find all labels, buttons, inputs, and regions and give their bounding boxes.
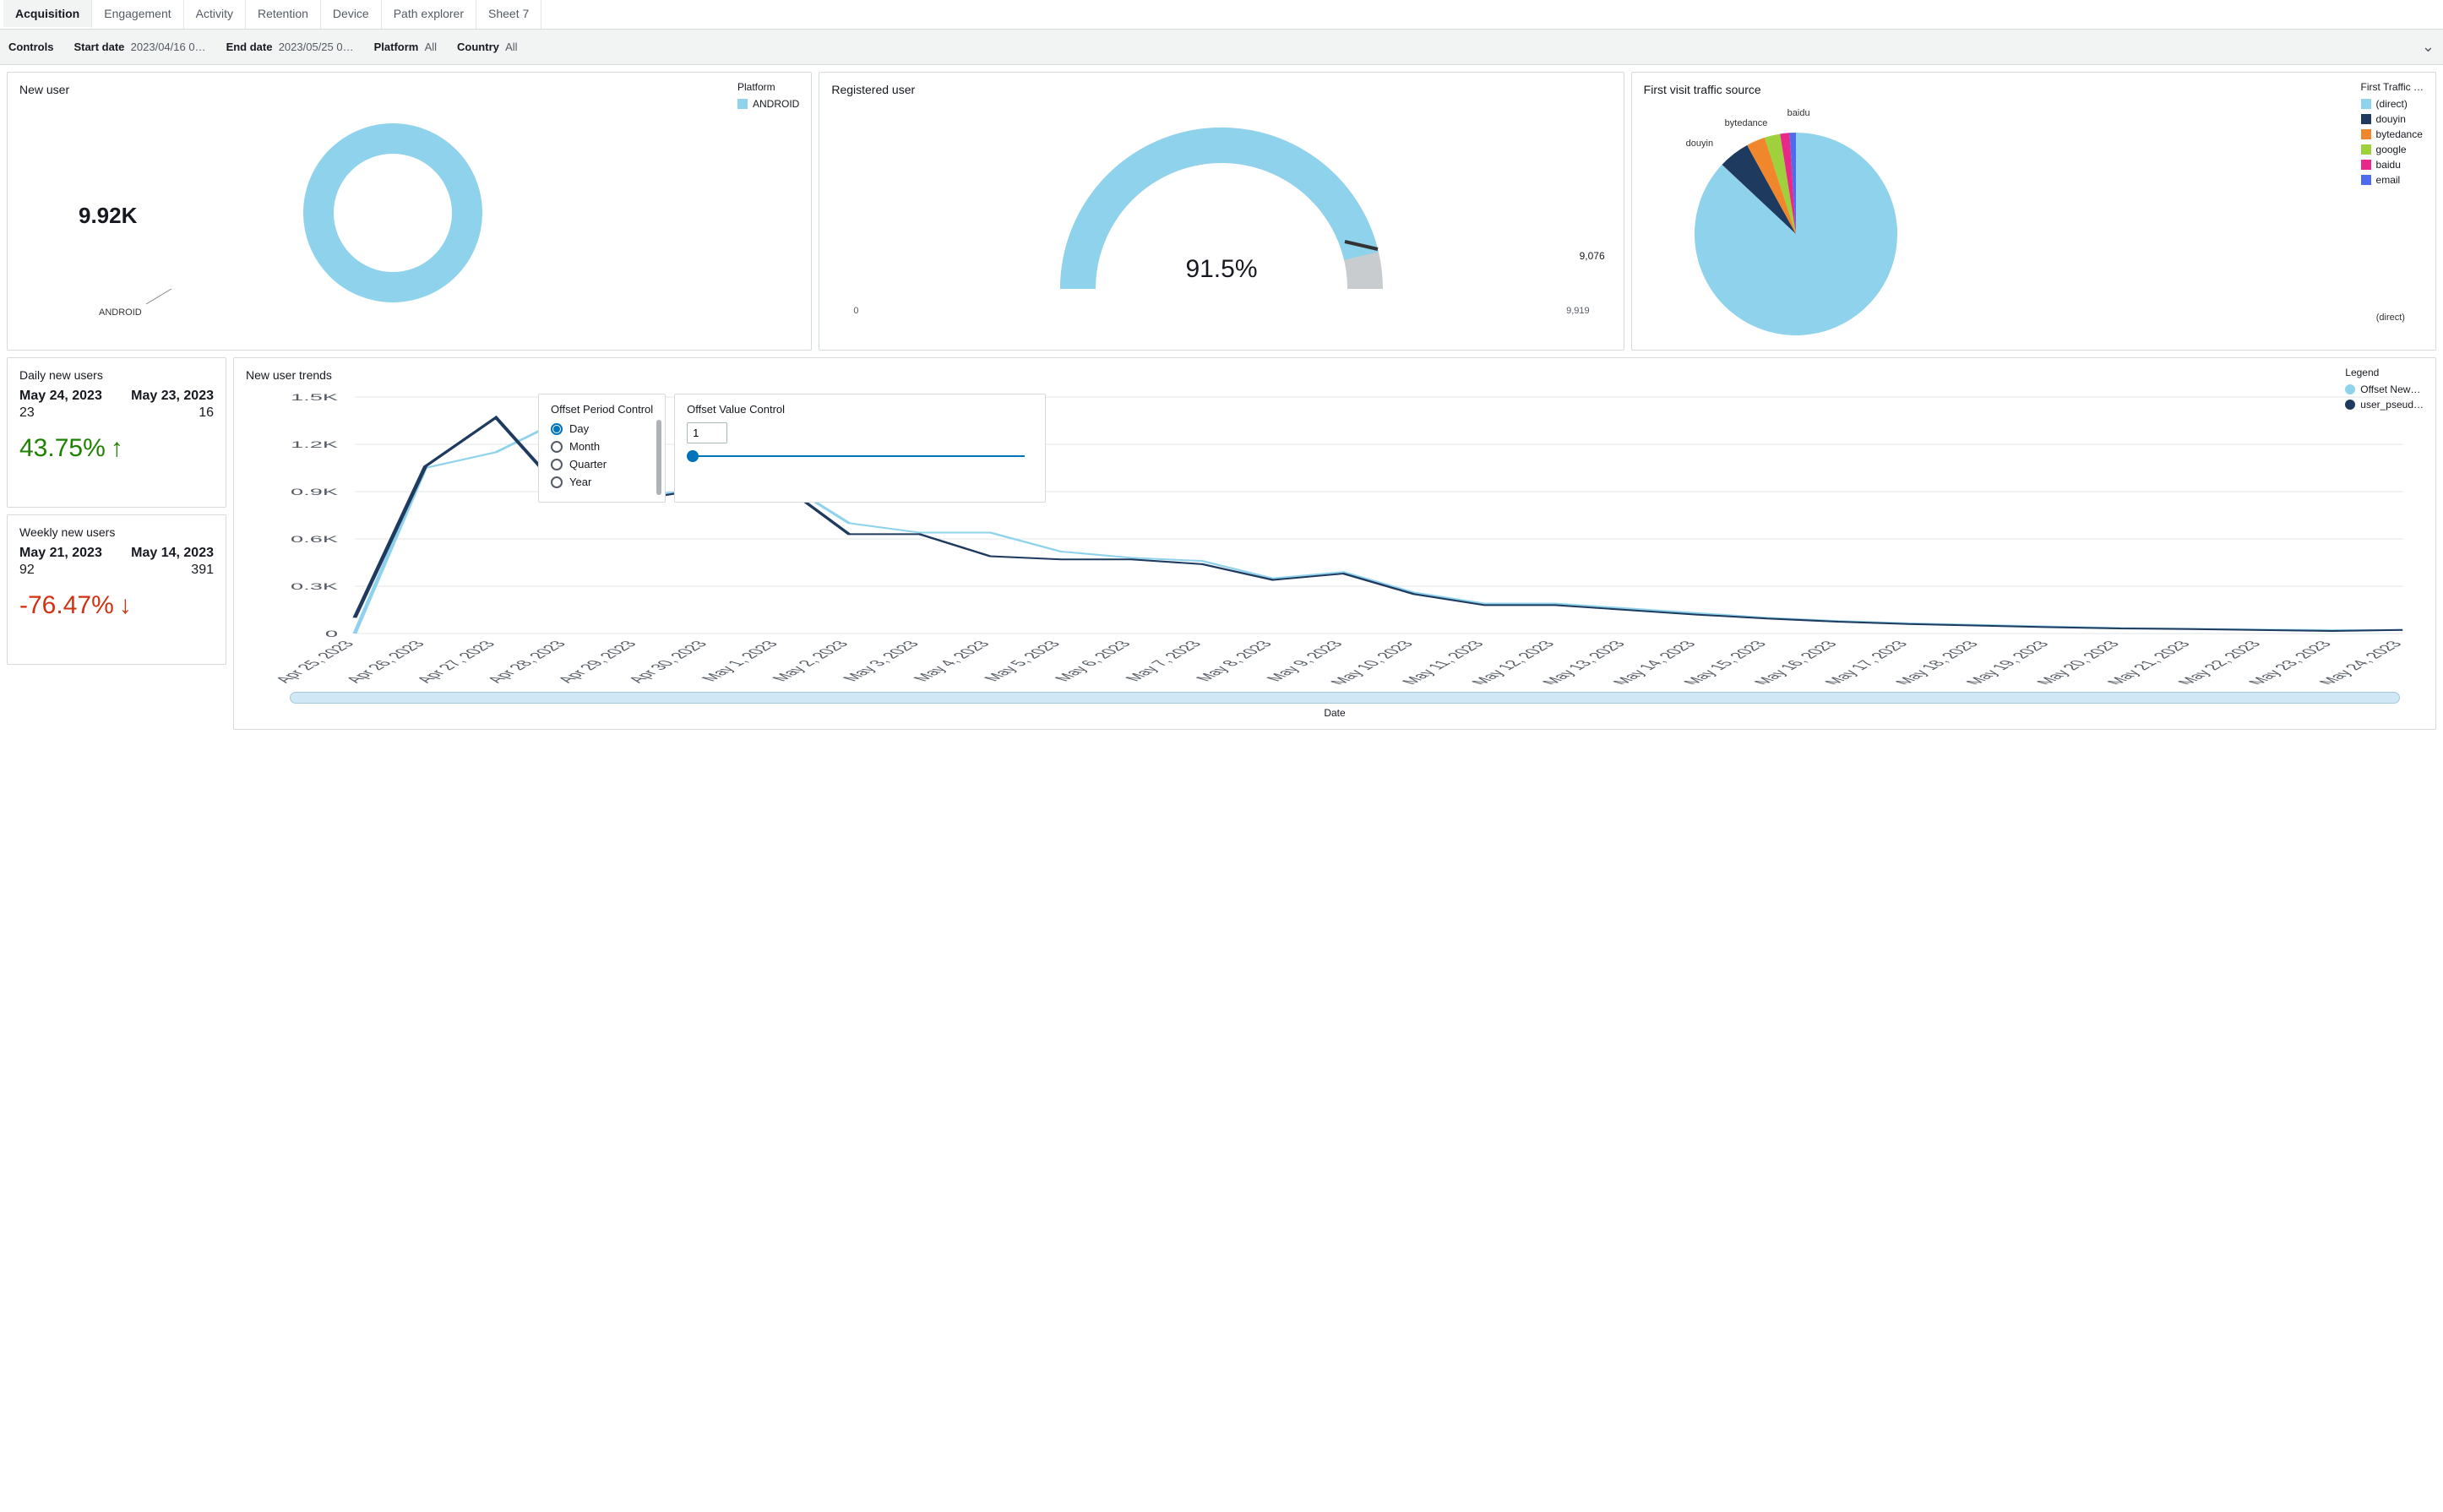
kpi-date-b: May 23, 2023 (131, 389, 214, 404)
offset-period-control: Offset Period Control Day Month Quarter Yea… (538, 394, 666, 503)
x-axis-title: Date (246, 707, 2424, 719)
legend-title: Platform (737, 81, 799, 93)
panel-title: New user trends (246, 368, 2424, 382)
panel-traffic-source: First visit traffic source First Traffic… (1631, 72, 2436, 351)
scrollbar-icon[interactable] (656, 420, 661, 495)
svg-text:0.3K: 0.3K (291, 581, 338, 591)
country-control[interactable]: Country All (457, 41, 518, 53)
panel-title: Weekly new users (19, 525, 214, 539)
panel-daily-new-users: Daily new users May 24, 2023 May 23, 2023… (7, 357, 226, 508)
svg-text:0: 0 (325, 628, 338, 639)
control-title: Offset Value Control (687, 403, 1033, 416)
start-date-control[interactable]: Start date 2023/04/16 0… (73, 41, 205, 53)
kpi-delta: -76.47%↓ (19, 591, 214, 620)
platform-control[interactable]: Platform All (374, 41, 437, 53)
panel-title: New user (19, 83, 799, 96)
svg-text:1.2K: 1.2K (291, 439, 338, 449)
tab-engagement[interactable]: Engagement (92, 0, 183, 29)
panel-title: First visit traffic source (1644, 83, 2424, 96)
panel-title: Daily new users (19, 368, 214, 382)
tab-sheet-7[interactable]: Sheet 7 (476, 0, 541, 29)
bottom-row: Daily new users May 24, 2023 May 23, 2023… (0, 357, 2443, 737)
radio-option[interactable]: Day (551, 422, 653, 435)
panel-weekly-new-users: Weekly new users May 21, 2023 May 14, 202… (7, 514, 226, 665)
trends-legend: Legend Offset New… user_pseud… (2345, 367, 2424, 414)
kpi-date-b: May 14, 2023 (131, 546, 214, 561)
offset-value-input[interactable] (687, 422, 727, 443)
kpi-val-b: 391 (191, 563, 214, 578)
tab-retention[interactable]: Retention (246, 0, 321, 29)
tab-acquisition[interactable]: Acquisition (3, 0, 92, 29)
panel-registered-user: Registered user 91.5% 9,076 0 9,919 (819, 72, 1624, 351)
kpi-delta: 43.75%↑ (19, 434, 214, 463)
offset-value-control: Offset Value Control (674, 394, 1046, 503)
radio-option[interactable]: Month (551, 440, 653, 453)
pie-label-douyin: douyin (1686, 139, 1713, 149)
arrow-up-icon: ↑ (111, 434, 123, 463)
tab-device[interactable]: Device (321, 0, 382, 29)
horizontal-scrollbar[interactable] (290, 692, 2400, 704)
gauge-center-value: 91.5% (1185, 255, 1257, 284)
pie-label-bytedance: bytedance (1725, 118, 1768, 128)
sheet-tabs: Acquisition Engagement Activity Retentio… (0, 0, 2443, 30)
svg-text:0.9K: 0.9K (291, 487, 338, 497)
panel-title: Registered user (831, 83, 1611, 96)
donut-slice-label: ANDROID (99, 307, 142, 318)
svg-text:0.6K: 0.6K (291, 534, 338, 544)
tab-activity[interactable]: Activity (184, 0, 246, 29)
offset-value-slider[interactable] (687, 455, 1025, 457)
donut-center-value: 9.92K (79, 203, 137, 229)
controls-label: Controls (8, 41, 53, 53)
radio-option[interactable]: Year (551, 476, 653, 488)
end-date-control[interactable]: End date 2023/05/25 0… (226, 41, 354, 53)
control-title: Offset Period Control (551, 403, 653, 416)
legend-title: Legend (2345, 367, 2424, 378)
svg-text:1.5K: 1.5K (291, 392, 338, 402)
chevron-down-icon[interactable]: ⌄ (2422, 38, 2435, 56)
kpi-val-b: 16 (199, 405, 214, 421)
panel-new-user-trends: New user trends Legend Offset New… user_… (233, 357, 2436, 730)
legend-item[interactable]: Offset New… (2345, 383, 2424, 395)
gauge-max: 9,919 (1566, 306, 1590, 316)
gauge-chart: 91.5% 9,076 (831, 103, 1611, 306)
pie-label-baidu: baidu (1787, 108, 1810, 118)
kpi-date-a: May 21, 2023 (19, 546, 102, 561)
pie-chart: douyin bytedance baidu (direct) (1644, 103, 2424, 340)
gauge-current: 9,076 (1580, 250, 1605, 262)
legend-item[interactable]: user_pseud… (2345, 399, 2424, 411)
kpi-date-a: May 24, 2023 (19, 389, 102, 404)
radio-option[interactable]: Quarter (551, 458, 653, 470)
kpi-val-a: 92 (19, 563, 35, 578)
legend-title: First Traffic … (2361, 81, 2424, 93)
gauge-min: 0 (853, 306, 858, 316)
donut-chart: 9.92K ANDROID (19, 103, 799, 323)
panel-new-user: New user Platform ANDROID 9.92K ANDROID (7, 72, 812, 351)
kpi-val-a: 23 (19, 405, 35, 421)
top-row: New user Platform ANDROID 9.92K ANDROID … (0, 65, 2443, 357)
pie-label-direct: (direct) (2376, 313, 2405, 323)
arrow-down-icon: ↓ (119, 591, 132, 620)
controls-bar: Controls Start date 2023/04/16 0… End da… (0, 30, 2443, 65)
tab-path-explorer[interactable]: Path explorer (382, 0, 476, 29)
